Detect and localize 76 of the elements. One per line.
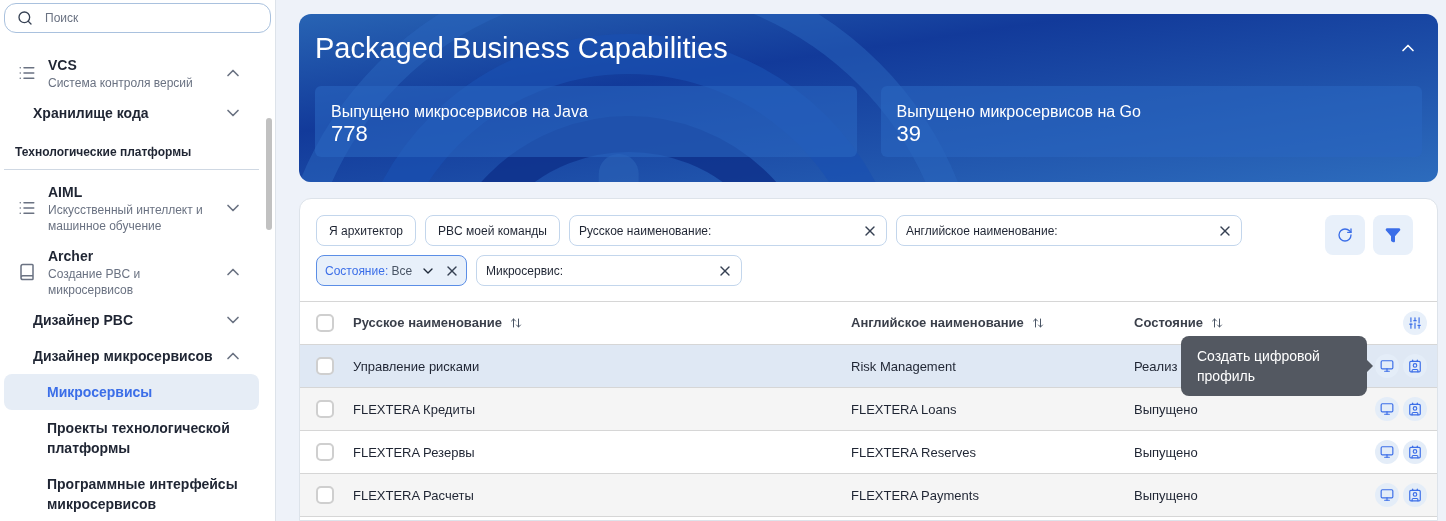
banner-title: Packaged Business Capabilities <box>315 31 728 66</box>
stat-value: 39 <box>896 122 922 146</box>
nav-folder[interactable]: Хранилище кода <box>0 95 263 131</box>
table-row[interactable]: FLEXTERA Кредиты FLEXTERA Loans Выпущено <box>300 388 1437 431</box>
contact-card-icon <box>1408 359 1422 373</box>
contact-card-icon <box>1408 445 1422 459</box>
filter-toggle[interactable]: PBC моей команды <box>425 215 560 246</box>
table-cell: FLEXTERA Loans <box>851 402 957 417</box>
filter-field[interactable]: Английское наименование: <box>895 215 1242 246</box>
refresh-button[interactable] <box>1325 215 1365 255</box>
filter-select[interactable]: Состояние: Все <box>316 255 467 286</box>
table-cell: FLEXTERA Резервы <box>353 445 475 460</box>
column-header[interactable]: Состояние <box>1134 313 1359 333</box>
section-heading: Технологические платформы <box>14 144 193 161</box>
sort-icon[interactable] <box>1031 317 1044 329</box>
table-cell: FLEXTERA Reserves <box>851 445 976 460</box>
table-cell: FLEXTERA Кредиты <box>353 402 475 417</box>
table-cell: FLEXTERA Расчеты <box>353 488 474 503</box>
monitor-button[interactable] <box>1375 397 1399 421</box>
table-cell: Risk Management <box>851 359 956 374</box>
search-input[interactable]: Поиск <box>45 9 258 27</box>
table-cell: FLEXTERA Payments <box>851 488 979 503</box>
table-cell: Выпущено <box>1134 402 1198 417</box>
column-header[interactable]: Английское наименование <box>851 313 1134 333</box>
stat-value: 778 <box>331 122 369 146</box>
column-header[interactable]: Русское наименование <box>353 313 851 333</box>
filter-icon <box>1385 227 1401 243</box>
filter-button[interactable] <box>1373 215 1413 255</box>
monitor-button[interactable] <box>1375 354 1399 378</box>
nav-item[interactable]: Микросервисы <box>4 374 259 410</box>
sort-icon[interactable] <box>1211 317 1223 329</box>
list-icon <box>18 199 36 217</box>
tooltip: Создать цифровой профиль <box>1181 336 1373 396</box>
table-cell: Реализ <box>1134 359 1178 374</box>
refresh-icon <box>1337 227 1353 243</box>
contact-card-button[interactable] <box>1403 354 1427 378</box>
nav-folder[interactable]: Дизайнер PBC <box>0 302 263 338</box>
stat-label: Выпущено микросервисов на Java <box>331 102 589 122</box>
nav-group[interactable]: VCS Система контроля версий <box>0 51 263 95</box>
filter-field[interactable]: Микросервис: <box>476 255 742 286</box>
nav-folder[interactable]: Дизайнер микросервисов <box>0 338 263 374</box>
table-cell: Управление рисками <box>353 359 480 374</box>
table-cell: Выпущено <box>1134 488 1198 503</box>
stat-label: Выпущено микросервисов на Go <box>896 102 1142 122</box>
contact-card-button[interactable] <box>1403 397 1427 421</box>
monitor-icon <box>1380 488 1394 502</box>
monitor-button[interactable] <box>1375 483 1399 507</box>
nav-group[interactable]: AIML Искусственный интеллект и машинное обучение <box>0 178 263 238</box>
scrollbar-thumb[interactable] <box>266 118 272 230</box>
sliders-icon <box>1408 316 1422 330</box>
table-cell: Выпущено <box>1134 445 1198 460</box>
monitor-icon <box>1380 359 1394 373</box>
nav-item[interactable]: Проекты технологической платформы <box>4 410 259 466</box>
row-checkbox[interactable] <box>316 357 334 375</box>
book-icon <box>18 263 36 281</box>
row-checkbox[interactable] <box>316 443 334 461</box>
table-row[interactable]: FLEXTERA Расчеты FLEXTERA Payments Выпущено <box>300 474 1437 517</box>
list-icon <box>18 64 36 82</box>
sort-icon[interactable] <box>510 317 522 329</box>
column-settings-button[interactable] <box>1403 311 1427 335</box>
search-icon <box>17 10 33 26</box>
filter-field[interactable]: Русское наименование: <box>568 215 887 246</box>
contact-card-button[interactable] <box>1403 483 1427 507</box>
row-checkbox[interactable] <box>316 486 334 504</box>
monitor-icon <box>1380 445 1394 459</box>
search-field[interactable]: Поиск <box>4 3 271 33</box>
contact-card-button[interactable] <box>1403 440 1427 464</box>
contact-card-icon <box>1408 402 1422 416</box>
monitor-button[interactable] <box>1375 440 1399 464</box>
nav-group[interactable]: Archer Создание PBC и микросервисов <box>0 242 263 302</box>
nav-item[interactable]: Программные интерфейсы микросервисов <box>4 466 259 521</box>
contact-card-icon <box>1408 488 1422 502</box>
monitor-icon <box>1380 402 1394 416</box>
row-checkbox[interactable] <box>316 400 334 418</box>
filter-toggle[interactable]: Я архитектор <box>316 215 417 246</box>
row-checkbox[interactable] <box>316 314 334 332</box>
